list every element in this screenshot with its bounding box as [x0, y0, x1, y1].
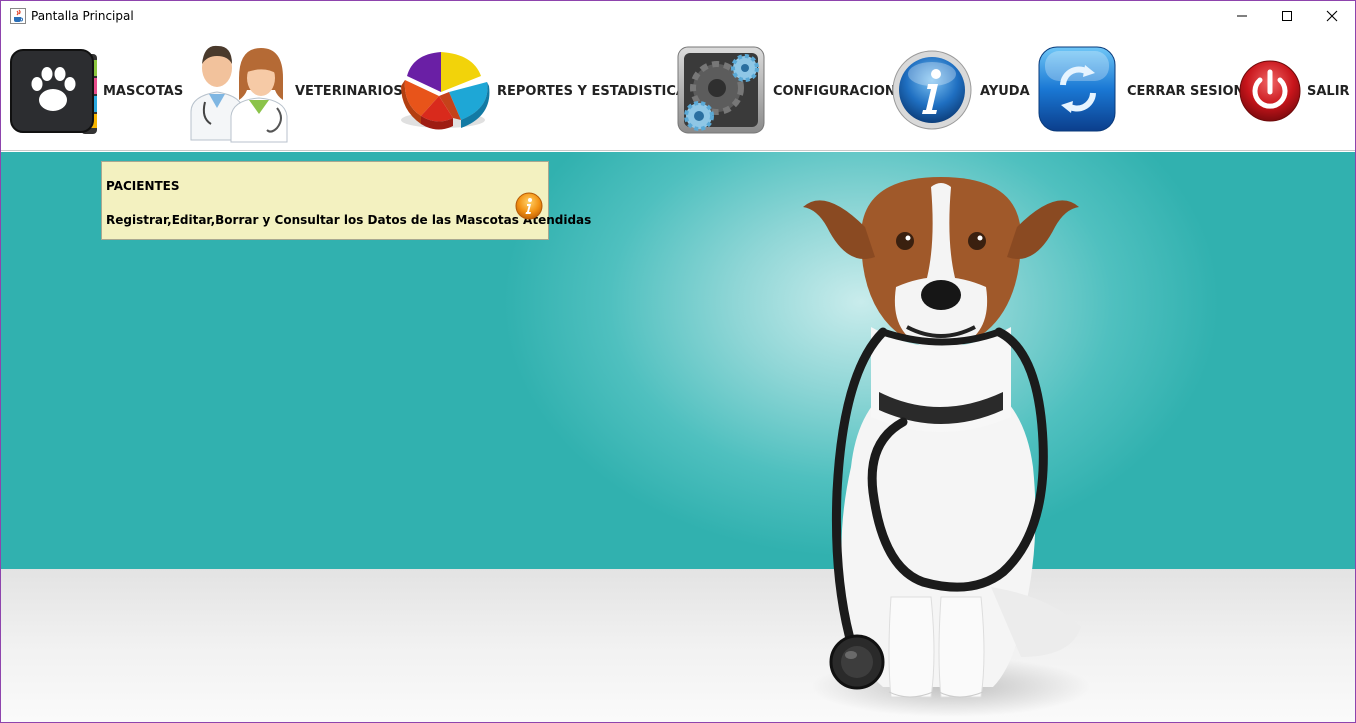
main-window: Pantalla Principal MASCOTAS VETERINARIOS…: [0, 0, 1356, 723]
title-bar[interactable]: Pantalla Principal: [1, 1, 1355, 31]
veterinarios-label: VETERINARIOS: [295, 83, 403, 99]
power-icon: [1239, 60, 1301, 122]
minimize-icon: [1237, 15, 1247, 17]
close-icon: [1326, 10, 1338, 22]
mascotas-button[interactable]: MASCOTAS: [9, 31, 183, 151]
dog-with-stethoscope-image: [803, 177, 1091, 717]
cerrar-sesion-button[interactable]: CERRAR SESION: [1037, 31, 1244, 151]
paw-book-icon: [10, 49, 97, 134]
close-button[interactable]: [1309, 1, 1355, 31]
pie-chart-icon: [401, 52, 490, 130]
configuracion-label: CONFIGURACION: [773, 83, 896, 99]
ayuda-button[interactable]: AYUDA: [892, 31, 1030, 151]
main-toolbar: MASCOTAS VETERINARIOS REPORTES Y ESTADIS…: [1, 31, 1355, 151]
reportes-button[interactable]: REPORTES Y ESTADISTICAS: [397, 31, 695, 151]
cerrar-sesion-label: CERRAR SESION: [1127, 83, 1245, 99]
info-icon: [515, 192, 543, 220]
tooltip-pacientes: PACIENTES Registrar,Editar,Borrar y Cons…: [101, 161, 591, 240]
main-panel: PACIENTES Registrar,Editar,Borrar y Cons…: [1, 152, 1355, 722]
tooltip-title: PACIENTES: [106, 179, 180, 193]
reportes-label: REPORTES Y ESTADISTICAS: [497, 83, 696, 99]
veterinarios-button[interactable]: VETERINARIOS: [185, 31, 403, 151]
maximize-icon: [1282, 11, 1292, 21]
maximize-button[interactable]: [1264, 1, 1310, 31]
minimize-button[interactable]: [1219, 1, 1265, 31]
gears-icon: [677, 46, 765, 134]
floor-background: [1, 569, 1355, 722]
info-icon: [892, 50, 972, 130]
configuracion-button[interactable]: CONFIGURACION: [677, 31, 896, 151]
doctors-icon: [190, 45, 288, 143]
salir-label: SALIR: [1307, 83, 1350, 99]
salir-button[interactable]: SALIR: [1239, 31, 1350, 151]
refresh-icon: [1038, 46, 1116, 132]
java-cup-icon: [10, 8, 26, 24]
ayuda-label: AYUDA: [980, 83, 1030, 99]
window-title: Pantalla Principal: [31, 9, 134, 23]
mascotas-label: MASCOTAS: [103, 83, 184, 99]
